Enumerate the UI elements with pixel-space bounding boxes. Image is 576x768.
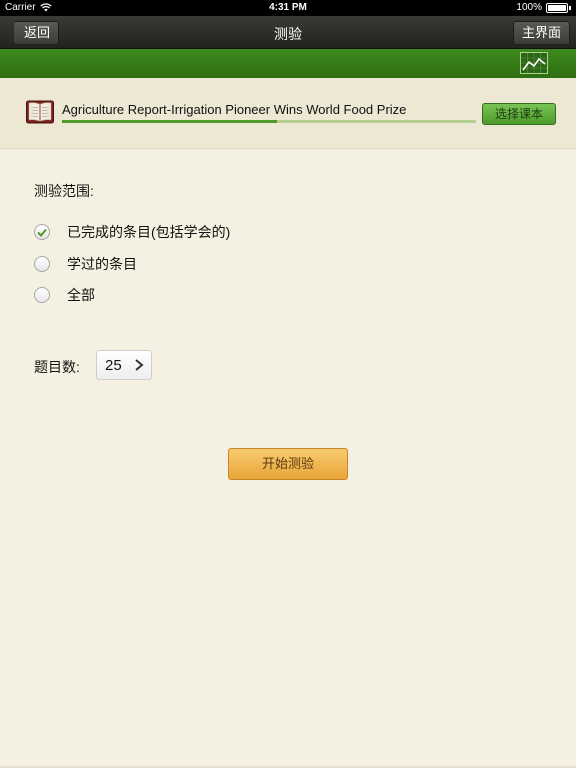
quiz-range-label: 测验范围: (34, 183, 94, 199)
battery-percent: 100% (516, 2, 542, 13)
stats-chart-icon (521, 53, 547, 73)
page-title: 测验 (274, 26, 302, 42)
question-count-label: 题目数: (34, 359, 80, 375)
current-book-panel: Agriculture Report-Irrigation Pioneer Wi… (0, 78, 576, 149)
radio-all[interactable] (34, 287, 50, 303)
question-count-value: 25 (105, 357, 122, 374)
book-progress-track (62, 120, 476, 123)
check-icon (37, 228, 47, 237)
option-label-completed: 已完成的条目(包括学会的) (67, 224, 231, 240)
main-screen-button[interactable]: 主界面 (512, 21, 570, 45)
radio-completed[interactable] (34, 224, 50, 240)
status-bar: Carrier 4:31 PM 100% (0, 0, 576, 16)
option-completed-items[interactable]: 已完成的条目(包括学会的) (34, 222, 230, 242)
start-quiz-button[interactable]: 开始测验 (228, 448, 348, 480)
book-title: Agriculture Report-Irrigation Pioneer Wi… (62, 102, 407, 117)
status-time: 4:31 PM (269, 2, 307, 13)
select-book-button[interactable]: 选择课本 (482, 103, 556, 125)
battery-icon (546, 2, 568, 13)
option-all-items[interactable]: 全部 (34, 285, 95, 305)
battery-tip (569, 5, 571, 10)
book-icon (26, 100, 54, 124)
status-right: 100% (516, 2, 571, 13)
green-toolbar (0, 49, 576, 78)
book-progress-fill (62, 120, 278, 123)
option-label-studied: 学过的条目 (67, 256, 137, 272)
navigation-bar: 返回 测验 主界面 (0, 16, 576, 49)
stats-chart-button[interactable] (520, 52, 548, 74)
option-studied-items[interactable]: 学过的条目 (34, 254, 137, 274)
radio-studied[interactable] (34, 256, 50, 272)
option-label-all: 全部 (67, 287, 95, 303)
question-count-selector[interactable]: 25 (96, 350, 152, 380)
chevron-right-icon (135, 359, 144, 371)
